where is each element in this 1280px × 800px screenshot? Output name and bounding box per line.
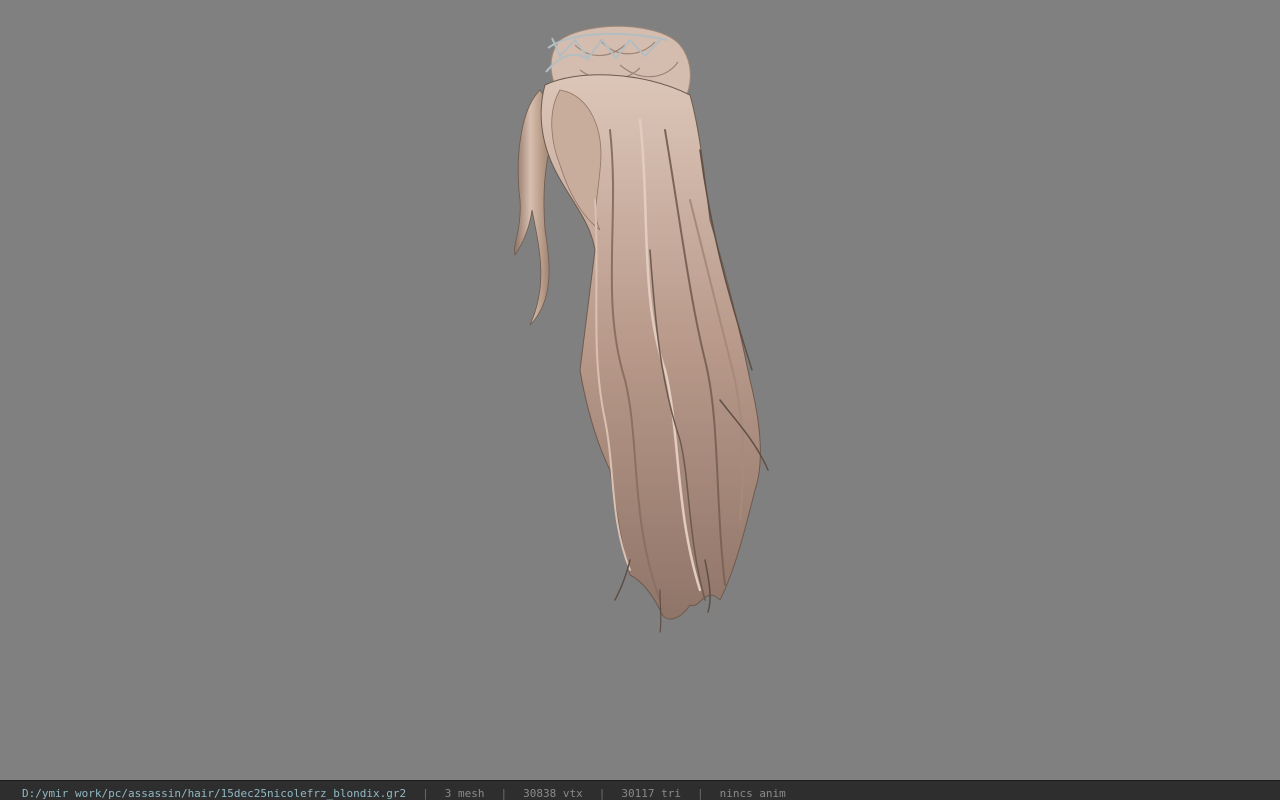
triangle-count-label: 30117 tri: [621, 786, 681, 800]
file-path-label: D:/ymir work/pc/assassin/hair/15dec25nic…: [22, 786, 407, 800]
status-separator: |: [422, 786, 429, 800]
status-separator: |: [500, 786, 508, 800]
status-bar: D:/ymir work/pc/assassin/hair/15dec25nic…: [0, 780, 1280, 800]
3d-viewport[interactable]: [0, 0, 1280, 780]
status-separator: |: [696, 786, 704, 800]
hair-model-render[interactable]: [0, 0, 1280, 780]
mesh-count-label: 3 mesh: [444, 786, 485, 800]
vertex-count-label: 30838 vtx: [523, 786, 583, 800]
anim-status-label: nincs anim: [719, 786, 786, 800]
status-separator: |: [598, 786, 606, 800]
